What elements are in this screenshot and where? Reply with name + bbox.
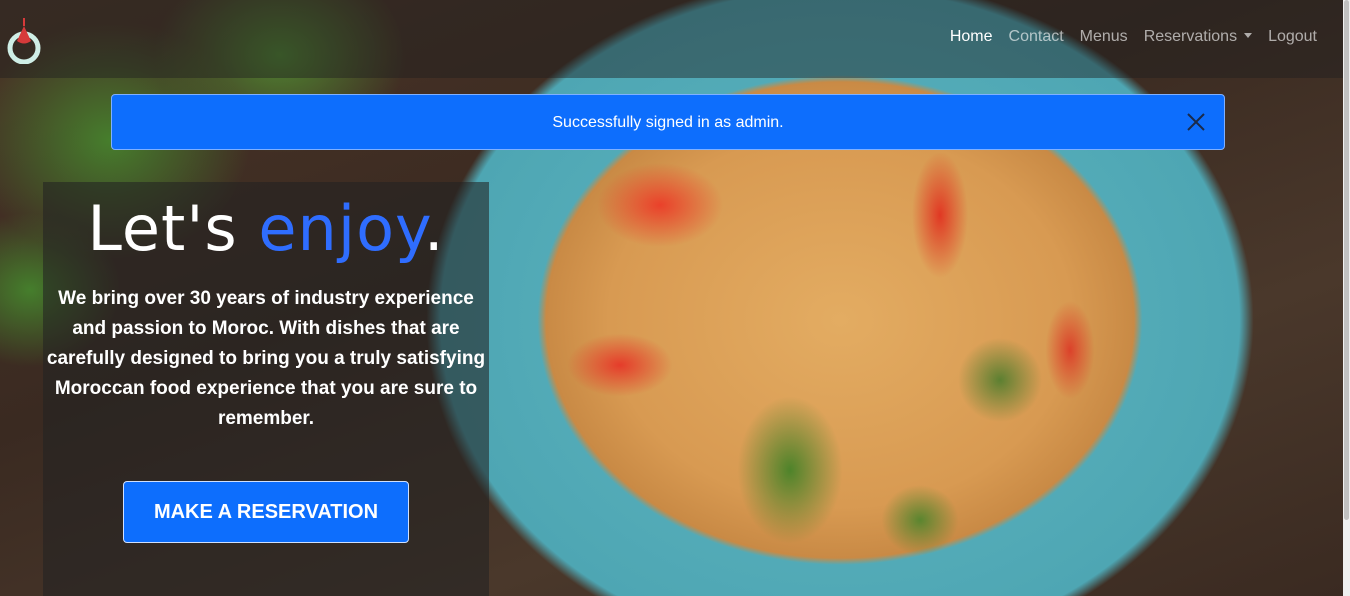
close-icon[interactable] xyxy=(1186,112,1206,132)
headline-period: . xyxy=(423,192,445,265)
headline-enjoy: enjoy xyxy=(258,192,424,265)
hero-blurb: We bring over 30 years of industry exper… xyxy=(46,288,486,429)
page-scrollbar[interactable] xyxy=(1343,0,1350,596)
nav-logout-link[interactable]: Logout xyxy=(1268,28,1317,46)
nav-home-link[interactable]: Home xyxy=(950,28,993,46)
logo-icon[interactable] xyxy=(4,8,44,65)
top-navbar: Home Contact Menus Reservations Logout xyxy=(0,0,1343,78)
nav-links: Home Contact Menus Reservations Logout xyxy=(950,28,1317,46)
hero-text-panel: Let's enjoy. We bring over 30 years of i… xyxy=(43,182,489,596)
headline-lets: Let's xyxy=(87,192,238,265)
hero-headline: Let's enjoy. xyxy=(43,192,489,265)
scrollbar-thumb[interactable] xyxy=(1344,0,1349,520)
nav-menus-link[interactable]: Menus xyxy=(1080,28,1128,46)
make-reservation-button[interactable]: MAKE A RESERVATION xyxy=(123,481,409,543)
signin-success-alert: Successfully signed in as admin. xyxy=(111,94,1225,150)
nav-contact-link[interactable]: Contact xyxy=(1009,28,1064,46)
alert-message: Successfully signed in as admin. xyxy=(552,114,784,131)
caret-down-icon xyxy=(1244,33,1253,38)
nav-reservations-label: Reservations xyxy=(1143,28,1238,45)
nav-reservations-dropdown[interactable]: Reservations xyxy=(1143,28,1253,46)
